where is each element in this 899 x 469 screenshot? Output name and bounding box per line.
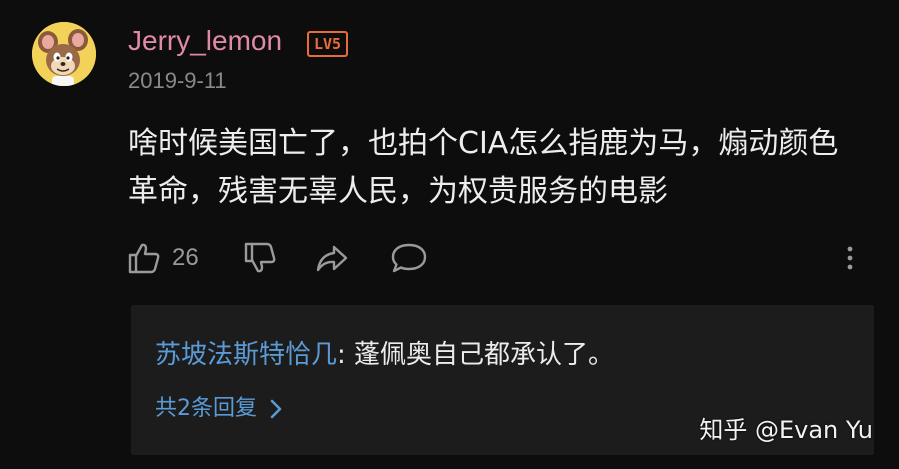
avatar[interactable] — [32, 22, 96, 86]
jerry-mouse-avatar-icon — [32, 22, 96, 86]
reply-text: 蓬佩奥自己都承认了。 — [354, 340, 615, 370]
comment-author-name[interactable]: Jerry_lemon — [128, 24, 282, 58]
thumbs-down-icon — [244, 242, 276, 273]
share-arrow-icon — [316, 245, 348, 272]
chevron-right-icon — [270, 399, 282, 419]
reply-preview: 苏坡法斯特恰几: 蓬佩奥自己都承认了。 — [155, 335, 614, 375]
reply-count-label: 共2条回复 — [155, 396, 257, 421]
comment-date: 2019-9-11 — [128, 68, 227, 93]
vertical-dots-icon — [847, 246, 853, 270]
view-all-replies-link[interactable]: 共2条回复 — [155, 393, 283, 425]
comment-text: 啥时候美国亡了，也拍个CIA怎么指鹿为马，煽动颜色革命，残害无辜人民，为权贵服务… — [128, 126, 839, 209]
more-options-button[interactable] — [842, 236, 858, 280]
reply-author-name[interactable]: 苏坡法斯特恰几 — [155, 340, 337, 370]
reply-comment-button[interactable] — [390, 236, 428, 280]
dislike-button[interactable] — [242, 236, 278, 280]
level-badge: LV5 — [307, 31, 349, 57]
watermark: 知乎 @Evan Yu — [699, 416, 873, 444]
comment-actions: 26 — [126, 236, 866, 280]
share-button[interactable] — [314, 236, 350, 280]
thumbs-up-icon — [128, 243, 160, 274]
like-button[interactable]: 26 — [126, 236, 199, 280]
reply-separator: : — [337, 340, 355, 370]
speech-bubble-icon — [391, 243, 427, 273]
like-count: 26 — [172, 244, 199, 271]
